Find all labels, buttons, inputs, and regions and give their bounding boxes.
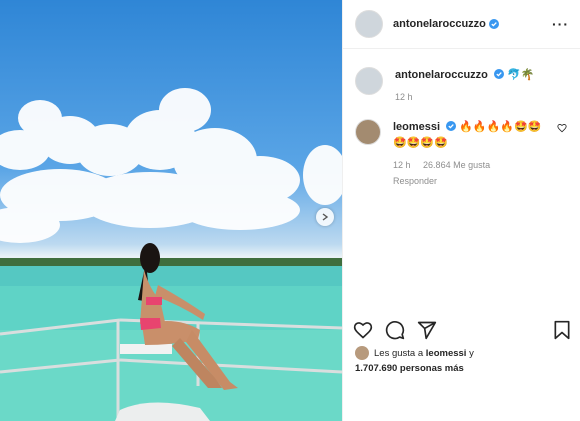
caption: antonelaroccuzzo 🐬🌴 12 h <box>343 67 580 105</box>
caption-time: 12 h <box>395 92 413 102</box>
avatar[interactable] <box>355 67 383 95</box>
share-icon[interactable] <box>417 320 437 340</box>
comment-icon[interactable] <box>385 320 405 340</box>
likes-count[interactable]: 1.707.690 personas más <box>355 363 464 374</box>
beach-scene <box>0 88 342 421</box>
header-username[interactable]: antonelaroccuzzo <box>393 18 486 30</box>
avatar[interactable] <box>355 119 381 145</box>
verified-icon <box>446 121 457 131</box>
bookmark-icon[interactable] <box>553 320 571 340</box>
post-sidebar: antonelaroccuzzo ··· antonelaroccuzzo 🐬🌴… <box>342 0 580 421</box>
comment-likes[interactable]: 26.864 Me gusta <box>423 160 490 170</box>
avatar[interactable] <box>355 10 383 38</box>
verified-icon <box>493 69 504 79</box>
post-photo[interactable] <box>0 0 342 421</box>
next-photo-button[interactable] <box>316 208 334 226</box>
comment-row: leomessi 🔥🔥🔥🔥🤩🤩🤩🤩🤩🤩 12 h 26.864 Me gusta… <box>343 119 580 189</box>
reply-button[interactable]: Responder <box>393 176 437 186</box>
post-header: antonelaroccuzzo ··· <box>343 0 580 49</box>
avatar <box>355 346 369 360</box>
likes-summary: Les gusta a leomessi y 1.707.690 persona… <box>355 346 569 374</box>
caption-username[interactable]: antonelaroccuzzo <box>395 69 488 81</box>
next-arrow-icon <box>322 213 329 221</box>
instagram-post: antonelaroccuzzo ··· antonelaroccuzzo 🐬🌴… <box>0 0 580 421</box>
more-options-button[interactable]: ··· <box>552 16 569 32</box>
verified-icon <box>488 19 499 29</box>
caption-text: 🐬🌴 <box>507 69 535 81</box>
comment-body: leomessi 🔥🔥🔥🔥🤩🤩🤩🤩🤩🤩 12 h 26.864 Me gusta… <box>393 119 569 189</box>
likes-user[interactable]: leomessi <box>426 348 467 359</box>
heart-icon[interactable] <box>353 320 373 340</box>
action-bar <box>353 320 571 340</box>
comment-username[interactable]: leomessi <box>393 121 440 133</box>
comment-time: 12 h <box>393 160 411 170</box>
heart-icon[interactable] <box>557 123 567 133</box>
caption-body: antonelaroccuzzo 🐬🌴 12 h <box>395 67 569 105</box>
likes-prefix: Les gusta a <box>374 347 424 359</box>
likes-conj: y <box>469 347 474 359</box>
